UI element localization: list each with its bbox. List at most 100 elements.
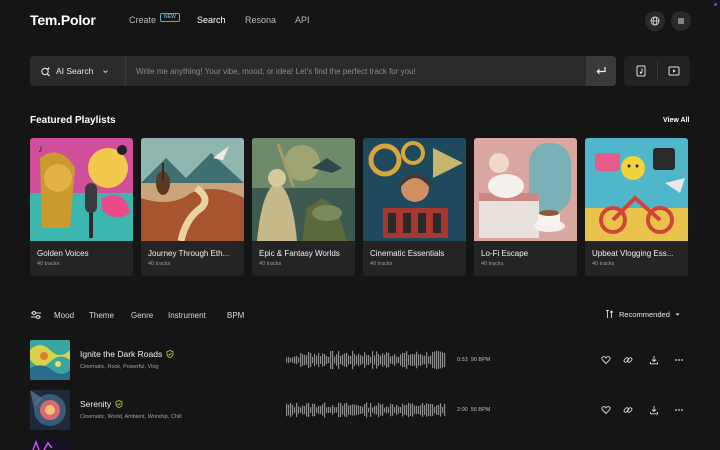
track-bpm: 90 BPM: [470, 357, 491, 363]
filter-genre[interactable]: Genre: [131, 311, 153, 320]
waveform-bar: [314, 353, 316, 367]
waveform-bar: [288, 356, 290, 364]
waveform-bar: [300, 407, 302, 413]
waveform-bar: [300, 352, 302, 368]
waveform-bar: [414, 405, 416, 415]
menu-icon: [678, 18, 684, 24]
playlist-card[interactable]: Epic & Fantasy Worlds 40 tracks: [252, 138, 355, 276]
filter-instrument[interactable]: Instrument: [168, 311, 206, 320]
waveform-bar: [376, 405, 378, 415]
playlist-cover: [474, 138, 577, 241]
search-input[interactable]: [136, 56, 576, 86]
waveform-bar: [322, 404, 324, 416]
waveform-bar: [362, 356, 364, 364]
waveform-bar: [296, 402, 298, 418]
nav-api[interactable]: API: [295, 15, 310, 25]
playlist-count: 40 tracks: [259, 261, 282, 267]
waveform-bar: [424, 405, 426, 415]
waveform-bar: [380, 404, 382, 416]
playlist-card[interactable]: Lo-Fi Escape 40 tracks: [474, 138, 577, 276]
playlist-count: 40 tracks: [37, 261, 60, 267]
waveform-bar: [360, 406, 362, 414]
waveform-bar: [336, 407, 338, 413]
more-button[interactable]: [673, 404, 685, 416]
playlist-count: 40 tracks: [370, 261, 393, 267]
playlist-title: Upbeat Vlogging Ess...: [592, 249, 674, 258]
waveform-bar: [370, 356, 372, 364]
caret-down-icon: [675, 313, 680, 316]
filter-theme[interactable]: Theme: [89, 311, 114, 320]
ai-search-dropdown[interactable]: AI Search: [30, 56, 126, 86]
waveform-bar: [404, 405, 406, 415]
playlist-cover: [363, 138, 466, 241]
waveform-bar: [340, 355, 342, 365]
video-search-button[interactable]: [666, 63, 682, 79]
playlist-card[interactable]: Cinematic Essentials 40 tracks: [363, 138, 466, 276]
more-icon: [675, 359, 683, 361]
track-title: Ignite the Dark Roads: [80, 349, 174, 359]
playlist-title: Golden Voices: [37, 249, 89, 258]
waveform-bar: [438, 405, 440, 415]
waveform-bar: [398, 356, 400, 364]
waveform-bar: [422, 402, 424, 418]
waveform-bar: [320, 406, 322, 414]
waveform-bar: [406, 350, 408, 370]
waveform-bar: [348, 355, 350, 365]
waveform-bar: [316, 355, 318, 365]
track-row[interactable]: Ignite the Dark Roads Cinematic, Rock, P…: [30, 340, 690, 380]
audio-search-button[interactable]: [633, 63, 649, 79]
waveform-bar: [368, 354, 370, 366]
language-button[interactable]: [645, 11, 665, 31]
track-duration: 2:00: [457, 407, 468, 413]
filter-settings-icon[interactable]: [30, 309, 42, 321]
waveform-bar: [324, 402, 326, 418]
playlist-card[interactable]: Upbeat Vlogging Ess... 40 tracks: [585, 138, 688, 276]
download-icon: [650, 406, 658, 415]
track-title: Serenity: [80, 399, 123, 409]
submit-search-button[interactable]: [586, 56, 616, 86]
waveform-bar: [292, 357, 294, 363]
track-title-text: Ignite the Dark Roads: [80, 349, 163, 359]
like-button[interactable]: [600, 354, 612, 366]
waveform-bar: [318, 352, 320, 368]
verified-icon: [166, 350, 174, 358]
filter-mood[interactable]: Mood: [54, 311, 74, 320]
similar-button[interactable]: [622, 354, 634, 366]
download-button[interactable]: [648, 354, 660, 366]
playlist-count: 40 tracks: [481, 261, 504, 267]
waveform-bar: [304, 406, 306, 414]
sort-dropdown[interactable]: Recommended: [605, 309, 681, 319]
waveform-bar: [350, 404, 352, 416]
waveform-bar: [308, 402, 310, 418]
similar-button[interactable]: [622, 404, 634, 416]
playlist-cover: ♪: [30, 138, 133, 241]
waveform-bar: [416, 405, 418, 415]
app-logo[interactable]: Tem.Polor: [30, 12, 96, 28]
waveform[interactable]: [286, 348, 448, 372]
nav-search[interactable]: Search: [197, 15, 226, 25]
waveform-bar: [378, 402, 380, 418]
heart-icon: [601, 356, 611, 365]
playlist-card[interactable]: ♪ Golden Voices 40 tracks: [30, 138, 133, 276]
download-button[interactable]: [648, 404, 660, 416]
waveform-bar: [440, 351, 442, 369]
waveform-bar: [412, 403, 414, 417]
waveform[interactable]: [286, 398, 448, 422]
nav-resona[interactable]: Resona: [245, 15, 276, 25]
waveform-bar: [354, 354, 356, 366]
waveform-bar: [330, 351, 332, 369]
like-button[interactable]: [600, 404, 612, 416]
link-icon: [623, 357, 633, 363]
waveform-bar: [380, 355, 382, 365]
new-badge: NEW: [160, 13, 180, 22]
filter-bpm[interactable]: BPM: [227, 311, 244, 320]
waveform-bar: [366, 354, 368, 366]
sort-icon: [606, 310, 614, 318]
track-row[interactable]: Serenity Cinematic, World, Ambient, Wors…: [30, 390, 690, 430]
playlist-card[interactable]: Journey Through Eth... 40 tracks: [141, 138, 244, 276]
menu-button[interactable]: [671, 11, 691, 31]
waveform-bar: [368, 407, 370, 413]
view-all-link[interactable]: View All: [663, 117, 689, 124]
nav-create[interactable]: Create: [129, 15, 156, 25]
more-button[interactable]: [673, 354, 685, 366]
